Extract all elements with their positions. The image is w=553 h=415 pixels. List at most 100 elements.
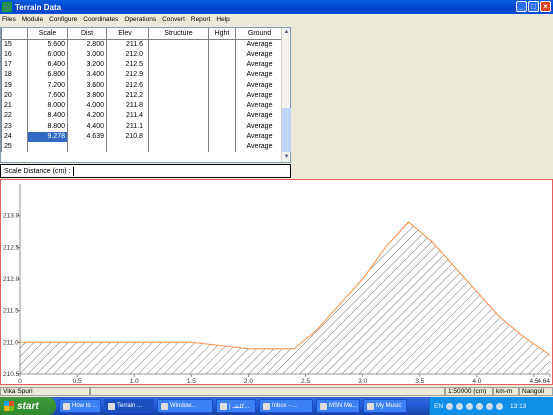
col-header-structure[interactable]: Structure bbox=[148, 28, 209, 40]
elev-cell[interactable]: 212.6 bbox=[106, 80, 149, 91]
col-header-scale[interactable]: Scale bbox=[27, 28, 68, 40]
start-button[interactable]: start bbox=[0, 397, 56, 415]
scroll-up-icon[interactable]: ▲ bbox=[282, 28, 291, 37]
hght-cell[interactable] bbox=[208, 39, 236, 50]
maximize-button[interactable]: □ bbox=[528, 1, 539, 12]
ground-cell[interactable]: Average bbox=[235, 121, 284, 132]
dist-cell[interactable]: 3.800 bbox=[67, 90, 107, 101]
elev-cell[interactable]: 210.8 bbox=[106, 131, 149, 143]
table-row[interactable]: 25 Average bbox=[1, 142, 284, 153]
menu-convert[interactable]: Convert bbox=[162, 16, 185, 23]
elev-cell[interactable]: 212.9 bbox=[106, 70, 149, 81]
task-doc[interactable]: | كلشـ... bbox=[216, 399, 256, 413]
language-indicator[interactable]: EN bbox=[434, 403, 443, 410]
scale-cell[interactable]: 9.278 bbox=[27, 131, 68, 143]
elev-cell[interactable]: 212.2 bbox=[106, 90, 149, 101]
dist-cell[interactable]: 3.400 bbox=[67, 70, 107, 81]
tray-icon[interactable] bbox=[466, 402, 474, 410]
ground-cell[interactable]: Average bbox=[235, 111, 284, 122]
structure-cell[interactable] bbox=[148, 80, 209, 91]
table-row[interactable]: 24 9.278 4.639 210.8 Average bbox=[1, 131, 284, 143]
dist-cell[interactable]: 4.000 bbox=[67, 100, 107, 112]
minimize-button[interactable]: _ bbox=[516, 1, 527, 12]
task-window[interactable]: Window... bbox=[157, 399, 213, 413]
scale-cell[interactable]: 8.000 bbox=[27, 100, 68, 112]
task-terrain[interactable]: Terrain ... bbox=[104, 399, 154, 413]
hght-cell[interactable] bbox=[208, 121, 236, 132]
structure-cell[interactable] bbox=[148, 121, 209, 132]
dist-cell[interactable]: 4.200 bbox=[67, 111, 107, 122]
menu-module[interactable]: Module bbox=[22, 16, 43, 23]
col-header-elev[interactable]: Elev bbox=[106, 28, 149, 40]
elev-cell[interactable]: 211.1 bbox=[106, 121, 149, 132]
table-scrollbar[interactable]: ▲ ▼ bbox=[281, 28, 291, 162]
elev-cell[interactable]: 211.8 bbox=[106, 100, 149, 112]
scale-cell[interactable]: 8.800 bbox=[27, 121, 68, 132]
dist-cell[interactable]: 4.639 bbox=[67, 131, 107, 143]
ground-cell[interactable]: Average bbox=[235, 142, 284, 153]
elev-cell[interactable]: 211.4 bbox=[106, 111, 149, 122]
structure-cell[interactable] bbox=[148, 39, 209, 50]
menu-coordinates[interactable]: Coordinates bbox=[83, 16, 118, 23]
scale-cell[interactable]: 6.000 bbox=[27, 49, 68, 60]
hght-cell[interactable] bbox=[208, 90, 236, 101]
elev-cell[interactable]: 212.0 bbox=[106, 49, 149, 60]
dist-cell[interactable]: 3.600 bbox=[67, 80, 107, 91]
scroll-thumb[interactable] bbox=[282, 108, 291, 152]
tray-icon[interactable] bbox=[456, 402, 464, 410]
table-row[interactable]: 19 7.200 3.600 212.6 Average bbox=[1, 80, 284, 91]
hght-cell[interactable] bbox=[208, 100, 236, 112]
dist-cell[interactable]: 2.800 bbox=[67, 39, 107, 50]
volume-icon[interactable] bbox=[496, 402, 504, 410]
scale-cell[interactable] bbox=[27, 142, 68, 153]
elev-cell[interactable]: 211.6 bbox=[106, 39, 149, 50]
table-row[interactable]: 16 6.000 3.000 212.0 Average bbox=[1, 49, 284, 60]
table-row[interactable]: 15 5.600 2.800 211.6 Average bbox=[1, 39, 284, 50]
structure-cell[interactable] bbox=[148, 100, 209, 112]
close-button[interactable]: × bbox=[540, 1, 551, 12]
scale-cell[interactable]: 7.600 bbox=[27, 90, 68, 101]
ground-cell[interactable]: Average bbox=[235, 80, 284, 91]
ground-cell[interactable]: Average bbox=[235, 59, 284, 71]
structure-cell[interactable] bbox=[148, 49, 209, 60]
table-row[interactable]: 20 7.600 3.800 212.2 Average bbox=[1, 90, 284, 101]
col-header-ground[interactable]: Ground bbox=[235, 28, 284, 40]
elev-cell[interactable] bbox=[106, 142, 149, 153]
ground-cell[interactable]: Average bbox=[235, 90, 284, 101]
scale-distance-field[interactable]: Scale Distance (cm) : bbox=[0, 164, 291, 178]
terrain-table[interactable]: Scale Dist Elev Structure Hght Ground 15… bbox=[0, 27, 291, 163]
structure-cell[interactable] bbox=[148, 131, 209, 143]
scale-cell[interactable]: 6.800 bbox=[27, 70, 68, 81]
structure-cell[interactable] bbox=[148, 90, 209, 101]
dist-cell[interactable]: 4.400 bbox=[67, 121, 107, 132]
table-row[interactable]: 23 8.800 4.400 211.1 Average bbox=[1, 121, 284, 132]
hght-cell[interactable] bbox=[208, 70, 236, 81]
task-msn[interactable]: MSN Me... bbox=[316, 399, 360, 413]
tray-icon[interactable] bbox=[476, 402, 484, 410]
menu-report[interactable]: Report bbox=[191, 16, 211, 23]
elev-cell[interactable]: 212.5 bbox=[106, 59, 149, 71]
scale-cell[interactable]: 7.200 bbox=[27, 80, 68, 91]
ground-cell[interactable]: Average bbox=[235, 39, 284, 50]
tray-icon[interactable] bbox=[486, 402, 494, 410]
scale-cell[interactable]: 5.600 bbox=[27, 39, 68, 50]
dist-cell[interactable]: 3.200 bbox=[67, 59, 107, 71]
hght-cell[interactable] bbox=[208, 80, 236, 91]
task-inbox[interactable]: Inbox - ... bbox=[259, 399, 313, 413]
hght-cell[interactable] bbox=[208, 49, 236, 60]
ground-cell[interactable]: Average bbox=[235, 131, 284, 143]
ground-cell[interactable]: Average bbox=[235, 100, 284, 112]
table-row[interactable]: 21 8.000 4.000 211.8 Average bbox=[1, 100, 284, 112]
hght-cell[interactable] bbox=[208, 142, 236, 153]
menu-files[interactable]: Files bbox=[2, 16, 16, 23]
col-header-dist[interactable]: Dist bbox=[67, 28, 107, 40]
table-row[interactable]: 22 8.400 4.200 211.4 Average bbox=[1, 111, 284, 122]
scale-cell[interactable]: 8.400 bbox=[27, 111, 68, 122]
ground-cell[interactable]: Average bbox=[235, 70, 284, 81]
col-header-hght[interactable]: Hght bbox=[208, 28, 236, 40]
menu-operations[interactable]: Operations bbox=[124, 16, 156, 23]
hght-cell[interactable] bbox=[208, 131, 236, 143]
scroll-down-icon[interactable]: ▼ bbox=[282, 153, 291, 162]
menu-help[interactable]: Help bbox=[216, 16, 229, 23]
dist-cell[interactable]: 3.000 bbox=[67, 49, 107, 60]
